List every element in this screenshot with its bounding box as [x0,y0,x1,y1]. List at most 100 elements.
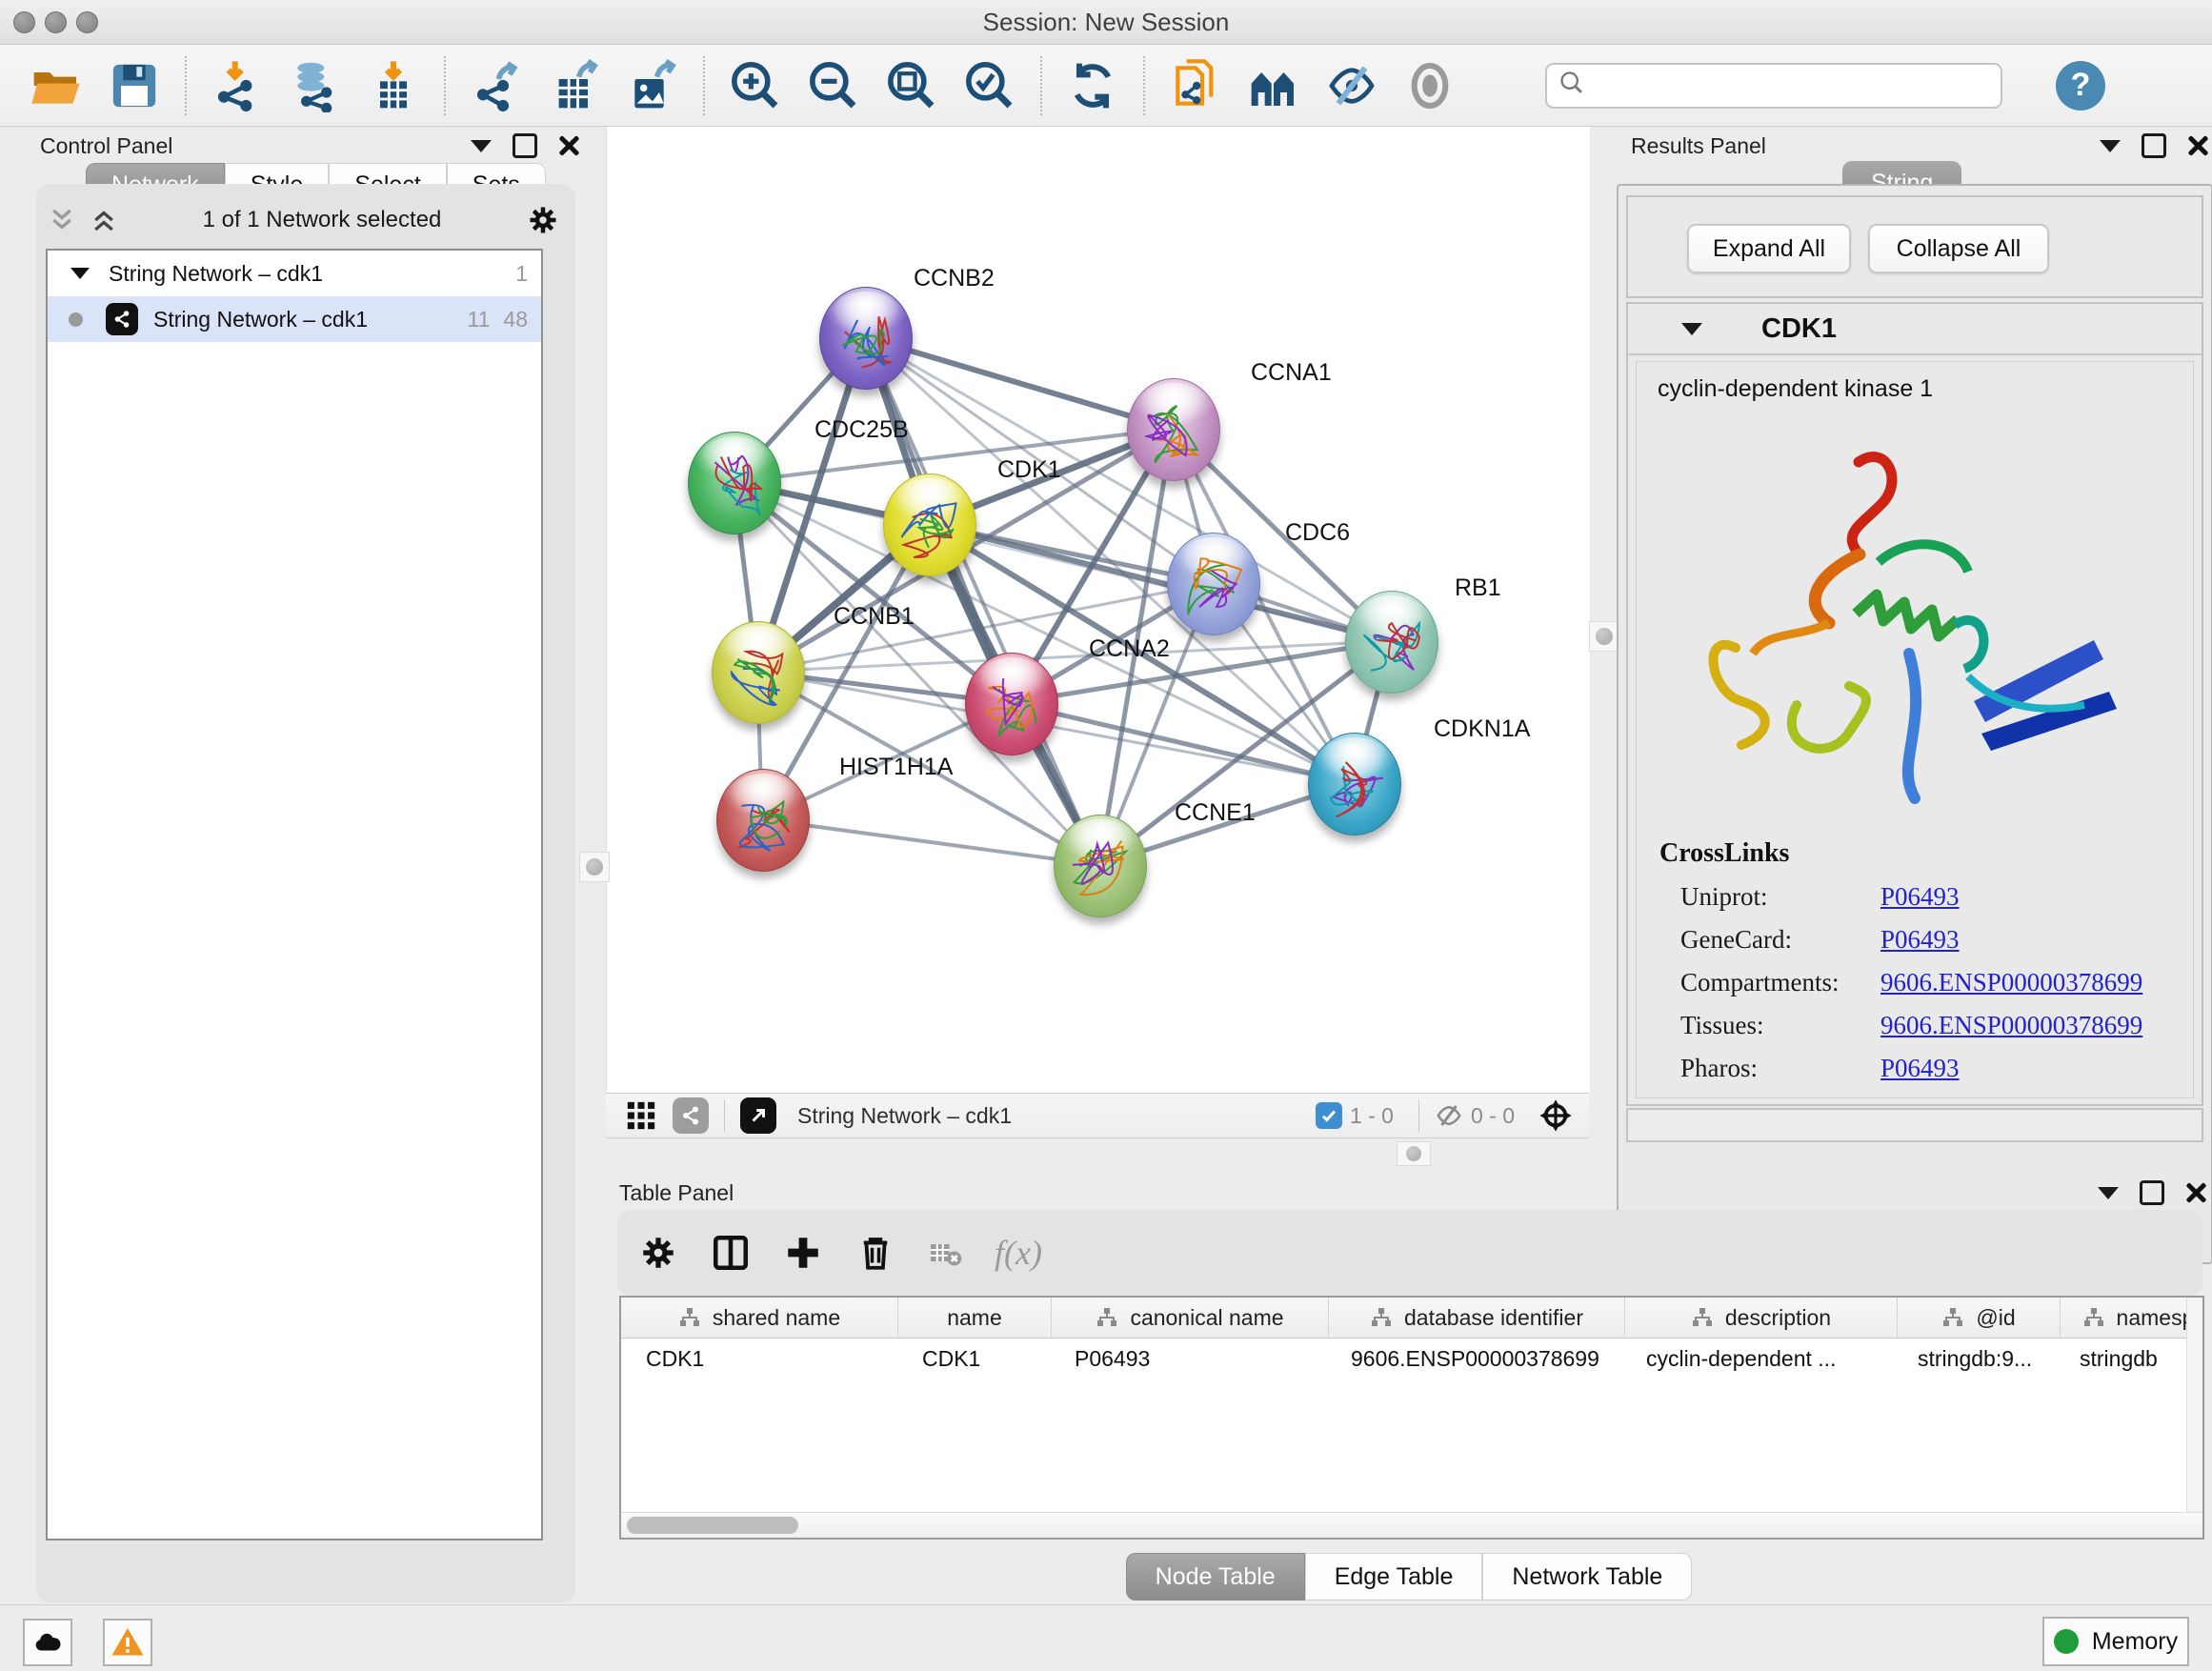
column-header-canonical-name[interactable]: canonical name [1052,1298,1329,1338]
birds-eye-view-icon[interactable] [1538,1097,1574,1134]
open-file-button[interactable] [27,56,86,115]
network-canvas[interactable]: CCNB2CCNA1CDC25BCDK1CDC6RB1CCNB1CCNA2CDK… [606,127,1590,1093]
column-header-@id[interactable]: @id [1898,1298,2061,1338]
column-header-namespace[interactable]: namespace [2061,1298,2204,1338]
crosslink-link[interactable]: P06493 [1880,925,1960,955]
scrollbar-thumb[interactable] [627,1517,798,1534]
zoom-out-button[interactable] [804,56,863,115]
memory-button[interactable]: Memory [2042,1617,2189,1666]
cloud-status-button[interactable] [23,1619,72,1666]
first-neighbors-button[interactable] [1244,56,1303,115]
tab-node-table[interactable]: Node Table [1126,1553,1305,1601]
collection-expand-icon[interactable] [70,268,90,279]
open-in-window-icon[interactable] [740,1097,776,1134]
network-node-CCNA2[interactable] [965,653,1058,755]
clone-network-icon [1169,59,1222,112]
network-node-CCNE1[interactable] [1054,815,1147,917]
network-node-CDKN1A[interactable] [1308,733,1401,836]
hide-selected-button[interactable] [1322,56,1381,115]
column-header-database-identifier[interactable]: database identifier [1329,1298,1625,1338]
export-table-icon [548,59,601,112]
close-panel-icon[interactable] [2185,1182,2206,1203]
crosslink-link[interactable]: 9606.ENSP00000378699 [1880,968,2142,997]
import-table-button[interactable] [364,56,423,115]
crosslink-link[interactable]: P06493 [1880,882,1960,912]
crosslink-link[interactable]: P06493 [1880,1054,1960,1083]
zoom-fit-button[interactable] [882,56,941,115]
expand-all-button[interactable]: Expand All [1687,224,1851,273]
float-panel-icon[interactable] [2140,1180,2164,1205]
import-network-button[interactable] [208,56,267,115]
table-cell[interactable]: CDK1 [897,1339,1050,1380]
export-table-button[interactable] [545,56,604,115]
string-view-icon[interactable] [673,1097,709,1134]
float-panel-icon[interactable] [2142,133,2166,158]
collapse-all-networks-icon[interactable] [48,206,76,234]
table-cell[interactable]: stringdb [2055,1339,2204,1380]
tab-edge-table[interactable]: Edge Table [1305,1553,1483,1601]
hidden-counts: 0 - 0 [1471,1103,1515,1129]
network-collection-row[interactable]: String Network – cdk1 1 [48,251,541,296]
window-title: Session: New Session [0,8,2212,37]
network-row[interactable]: String Network – cdk1 11 48 [48,296,541,342]
expand-all-networks-icon[interactable] [90,206,118,234]
panel-menu-icon[interactable] [2098,1187,2119,1199]
close-panel-icon[interactable] [558,135,579,156]
table-vertical-scrollbar[interactable] [2186,1298,2202,1538]
network-node-HIST1H1A[interactable] [716,769,810,872]
grid-view-icon[interactable] [625,1099,657,1132]
node-label-CCNA2: CCNA2 [1089,635,1170,663]
show-columns-icon[interactable] [711,1233,751,1273]
table-cell[interactable]: cyclin-dependent ... [1621,1339,1893,1380]
network-edge[interactable] [1011,703,1354,783]
column-header-description[interactable]: description [1625,1298,1898,1338]
close-panel-icon[interactable] [2187,135,2208,156]
crosslink-link[interactable]: 9606.ENSP00000378699 [1880,1011,2142,1040]
crosslink-label: Tissues: [1680,1011,1880,1040]
import-network-from-database-button[interactable] [286,56,345,115]
network-node-CCNB1[interactable] [712,621,805,724]
panel-menu-icon[interactable] [471,140,492,152]
table-cell[interactable]: P06493 [1050,1339,1326,1380]
warnings-button[interactable] [103,1619,152,1666]
network-node-CDK1[interactable] [883,473,976,576]
apply-layout-button[interactable] [1063,56,1122,115]
table-options-gear-icon[interactable] [638,1233,678,1273]
network-node-RB1[interactable] [1345,591,1438,694]
table-cell[interactable]: stringdb:9... [1893,1339,2055,1380]
export-network-button[interactable] [467,56,526,115]
network-edge[interactable] [762,819,1099,865]
column-header-name[interactable]: name [898,1298,1052,1338]
network-node-CCNA1[interactable] [1127,378,1220,481]
tab-network-table[interactable]: Network Table [1482,1553,1692,1601]
node-table[interactable]: shared name namecanonical namedatabase id… [619,1296,2204,1540]
results-scrollbar-track[interactable] [1626,1108,2203,1142]
column-header-label: shared name [713,1305,840,1331]
table-cell[interactable]: 9606.ENSP00000378699 [1326,1339,1621,1380]
table-horizontal-scrollbar[interactable] [621,1512,2202,1538]
column-header-shared-name[interactable]: shared name [621,1298,898,1338]
table-cell[interactable]: CDK1 [621,1339,897,1380]
float-panel-icon[interactable] [513,133,537,158]
network-node-CCNB2[interactable] [819,287,913,390]
save-session-button[interactable] [105,56,164,115]
zoom-selected-button[interactable] [960,56,1019,115]
search-input[interactable] [1545,63,2002,109]
gene-section-header[interactable]: CDK1 [1628,304,2202,355]
show-graphics-details-button[interactable] [1400,56,1459,115]
zoom-in-button[interactable] [726,56,785,115]
network-options-gear-icon[interactable] [526,203,560,237]
add-column-icon[interactable] [783,1233,823,1273]
collapse-all-button[interactable]: Collapse All [1868,224,2049,273]
clone-network-button[interactable] [1166,56,1225,115]
gene-expand-icon[interactable] [1681,323,1702,335]
help-button[interactable]: ? [2056,61,2105,111]
left-splitter-handle[interactable] [579,852,610,882]
network-node-CDC6[interactable] [1167,533,1260,635]
export-image-button[interactable] [623,56,682,115]
panel-menu-icon[interactable] [2100,140,2121,152]
table-row[interactable]: CDK1CDK1P064939606.ENSP00000378699cyclin… [621,1339,2202,1380]
network-node-CDC25B[interactable] [688,432,781,534]
selected-nodes-checkbox[interactable] [1316,1102,1342,1129]
delete-column-icon[interactable] [855,1233,895,1273]
